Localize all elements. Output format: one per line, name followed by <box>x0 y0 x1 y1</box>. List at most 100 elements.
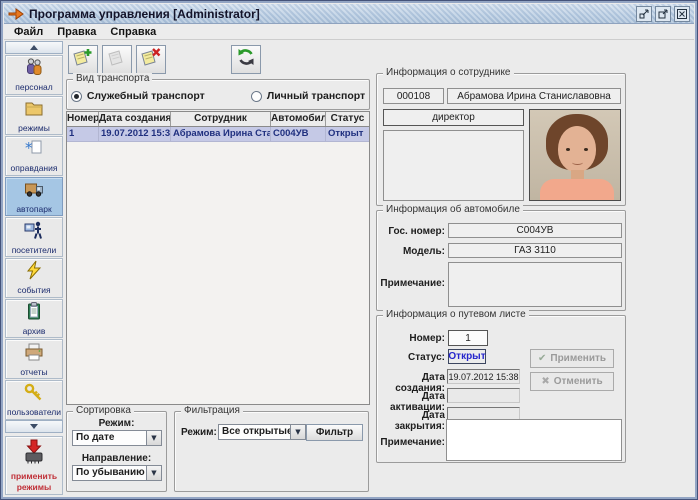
column-header-employee[interactable]: Сотрудник <box>171 112 271 126</box>
employee-group-title: Информация о сотруднике <box>383 67 514 78</box>
menu-file[interactable]: Файл <box>7 26 50 38</box>
filter-button[interactable]: Фильтр <box>306 424 363 441</box>
sidebar-item-reports[interactable]: отчеты <box>5 339 63 379</box>
waybill-status-label: Статус: <box>377 352 445 363</box>
sidebar-item-modes[interactable]: режимы <box>5 96 63 136</box>
column-header-status[interactable]: Статус <box>326 112 369 126</box>
note-add-icon <box>71 46 95 73</box>
lightning-icon <box>23 260 45 285</box>
car-note-label: Примечание: <box>377 278 445 289</box>
note-edit-disabled-icon <box>105 46 129 73</box>
close-button[interactable] <box>674 6 690 22</box>
waybill-status-value[interactable]: Открыт <box>448 349 486 364</box>
apply-modes-button[interactable]: применить режимы <box>5 436 63 495</box>
waybill-table: Номер Дата создания Сотрудник Автомобиль… <box>66 111 370 405</box>
car-note-area[interactable] <box>448 262 622 307</box>
minimize-button[interactable] <box>636 6 652 22</box>
apply-button[interactable]: ✔ Применить <box>530 349 614 368</box>
refresh-button[interactable] <box>231 45 261 74</box>
plate-field[interactable]: С004УВ <box>448 223 622 238</box>
company-transport-radio[interactable] <box>71 91 82 102</box>
cancel-button[interactable]: ✖ Отменить <box>530 372 614 391</box>
employee-note-area[interactable] <box>383 130 524 201</box>
waybill-activated-field[interactable] <box>447 388 520 403</box>
model-field[interactable]: ГАЗ 3110 <box>448 243 622 258</box>
window-title: Программа управления [Administrator] <box>29 7 260 21</box>
menu-help[interactable]: Справка <box>103 26 163 38</box>
transport-type-group: Вид транспорта Служебный транспорт Личны… <box>66 79 370 110</box>
svg-text:*: * <box>25 139 33 157</box>
waybill-number-field[interactable]: 1 <box>448 330 488 346</box>
sorting-group-title: Сортировка <box>73 405 134 416</box>
check-icon: ✔ <box>538 353 546 364</box>
table-row[interactable]: 1 19.07.2012 15:38 Абрамова Ирина Стани.… <box>67 127 369 142</box>
sidebar-item-users[interactable]: пользователи <box>5 380 63 420</box>
sort-mode-label: Режим: <box>67 418 166 429</box>
sidebar-item-archive[interactable]: архив <box>5 299 63 339</box>
table-header: Номер Дата создания Сотрудник Автомобиль… <box>67 112 369 127</box>
filter-mode-combobox[interactable]: Все открытые ▼ <box>218 424 306 440</box>
snowflake-document-icon: * <box>23 138 45 163</box>
filter-mode-label: Режим: <box>181 427 217 438</box>
add-waybill-button[interactable] <box>68 45 98 74</box>
chip-red-arrow-icon <box>22 439 46 470</box>
model-label: Модель: <box>377 246 445 257</box>
chevron-down-icon[interactable]: ▼ <box>146 431 161 445</box>
column-header-created[interactable]: Дата создания <box>99 112 171 126</box>
personal-transport-radio[interactable] <box>251 91 262 102</box>
menu-bar: Файл Правка Справка <box>4 24 694 40</box>
chevron-down-icon[interactable]: ▼ <box>146 466 161 480</box>
refresh-icon <box>234 46 258 73</box>
column-header-car[interactable]: Автомобиль <box>271 112 326 126</box>
waybill-note-area[interactable] <box>446 419 622 461</box>
car-group-title: Информация об автомобиле <box>383 204 523 215</box>
printer-icon <box>23 342 45 367</box>
sort-direction-combobox[interactable]: По убыванию ▼ <box>72 465 162 481</box>
sorting-group: Сортировка Режим: По дате ▼ Направление:… <box>66 411 167 492</box>
sidebar-scroll-down-button[interactable] <box>5 420 63 433</box>
maximize-button[interactable] <box>655 6 671 22</box>
window-controls <box>636 6 690 22</box>
employee-info-group: Информация о сотруднике 000108 Абрамова … <box>376 73 626 206</box>
employee-photo <box>529 109 621 201</box>
waybill-info-group: Информация о путевом листе Номер: 1 Стат… <box>376 315 626 463</box>
clipboard-icon <box>23 301 45 326</box>
sort-direction-label: Направление: <box>67 453 166 464</box>
sidebar-item-fleet[interactable]: автопарк <box>5 177 63 217</box>
waybill-closed-label: Дата закрытия: <box>377 410 445 432</box>
visitor-icon <box>23 220 45 245</box>
filtering-group-title: Фильтрация <box>181 405 243 416</box>
column-header-number[interactable]: Номер <box>67 112 99 126</box>
portrait-face <box>558 126 596 172</box>
note-delete-icon <box>139 46 163 73</box>
cross-icon: ✖ <box>541 376 549 387</box>
sidebar: персонал режимы * оправдания автопарк по… <box>5 41 63 495</box>
waybill-created-field[interactable]: 19.07.2012 15:38 <box>447 369 520 384</box>
sidebar-item-personnel[interactable]: персонал <box>5 55 63 95</box>
edit-waybill-button[interactable] <box>102 45 132 74</box>
triangle-down-icon <box>30 424 38 429</box>
sidebar-scroll-up-button[interactable] <box>5 41 63 54</box>
portrait-shirt <box>540 179 614 201</box>
radio-option-personal-transport: Личный транспорт <box>251 90 365 102</box>
filtering-group: Фильтрация Режим: Все открытые ▼ Фильтр <box>174 411 369 492</box>
title-bar[interactable]: Программа управления [Administrator] <box>4 4 694 24</box>
truck-icon <box>23 179 45 204</box>
sidebar-item-excuses[interactable]: * оправдания <box>5 136 63 176</box>
people-icon <box>23 57 45 82</box>
car-info-group: Информация об автомобиле Гос. номер: С00… <box>376 210 626 311</box>
waybill-group-title: Информация о путевом листе <box>383 309 529 320</box>
employee-name-field[interactable]: Абрамова Ирина Станиславовна <box>447 88 621 104</box>
sidebar-item-visitors[interactable]: посетители <box>5 217 63 257</box>
delete-waybill-button[interactable] <box>136 45 166 74</box>
menu-edit[interactable]: Правка <box>50 26 103 38</box>
chevron-down-icon[interactable]: ▼ <box>290 425 305 439</box>
key-icon <box>23 382 45 407</box>
sidebar-item-events[interactable]: события <box>5 258 63 298</box>
employee-id-field[interactable]: 000108 <box>383 88 444 104</box>
employee-position-field[interactable]: директор <box>383 109 524 126</box>
app-icon <box>8 7 24 21</box>
folder-icon <box>23 98 45 123</box>
sort-mode-combobox[interactable]: По дате ▼ <box>72 430 162 446</box>
app-window: Программа управления [Administrator] Фай… <box>0 0 698 500</box>
